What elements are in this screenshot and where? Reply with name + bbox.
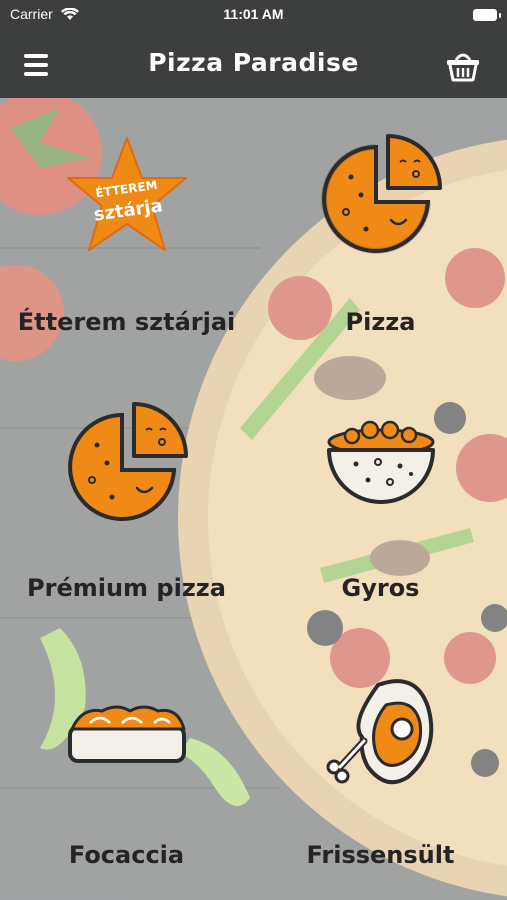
nav-bar: Pizza Paradise <box>0 34 507 98</box>
category-gyros[interactable]: Gyros <box>254 366 507 633</box>
pizza-icon <box>316 132 446 262</box>
category-label: Pizza <box>345 308 416 336</box>
category-label: Étterem sztárjai <box>17 308 236 336</box>
status-time: 11:01 AM <box>223 6 284 22</box>
category-pizza[interactable]: Pizza <box>254 98 507 365</box>
category-label: Frissensült <box>306 841 455 869</box>
gyros-bowl-icon <box>316 400 446 530</box>
app-title: Pizza Paradise <box>148 48 359 77</box>
category-grid: ÉTTEREM sztárja Étterem sztárjai Pizza P… <box>0 98 507 900</box>
category-focaccia[interactable]: Focaccia <box>0 633 253 900</box>
category-frissensult[interactable]: Frissensült <box>254 633 507 900</box>
category-etterem-sztarjai[interactable]: ÉTTEREM sztárja Étterem sztárjai <box>0 98 253 365</box>
category-label: Focaccia <box>68 841 185 869</box>
shopping-basket-icon[interactable] <box>445 48 481 82</box>
meat-steak-icon <box>316 667 446 797</box>
category-label: Prémium pizza <box>27 574 226 602</box>
focaccia-icon <box>62 667 192 797</box>
star-badge-icon: ÉTTEREM sztárja <box>62 132 192 262</box>
category-premium-pizza[interactable]: Prémium pizza <box>0 366 253 633</box>
premium-pizza-icon <box>62 400 192 530</box>
status-bar: Carrier 11:01 AM <box>0 4 507 26</box>
top-bar: Carrier 11:01 AM Pizza Paradise <box>0 0 507 98</box>
category-label: Gyros <box>341 574 420 602</box>
battery-icon <box>473 9 501 21</box>
